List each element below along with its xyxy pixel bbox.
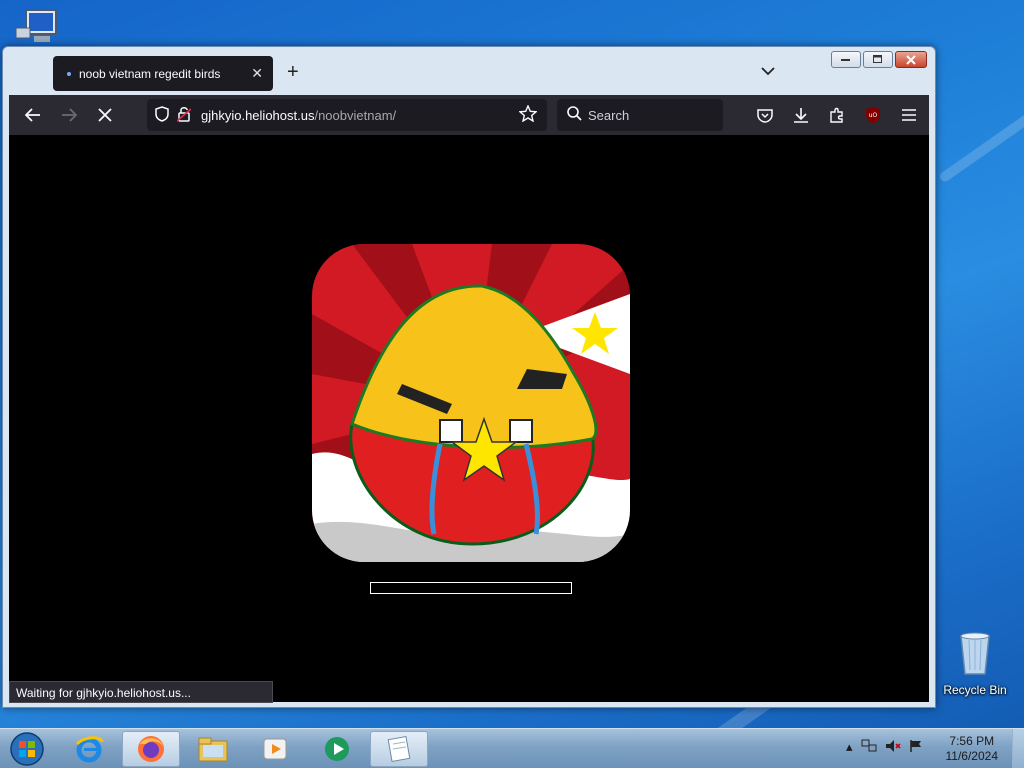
show-desktop-button[interactable]: [1012, 729, 1024, 768]
taskbar-media-center[interactable]: [308, 731, 366, 767]
folder-icon: [198, 737, 228, 762]
stop-icon: [98, 108, 112, 122]
taskbar-firefox[interactable]: [122, 731, 180, 767]
hamburger-menu-icon: [902, 109, 916, 121]
back-arrow-icon: [25, 108, 40, 122]
tab-close-icon[interactable]: ✕: [251, 65, 263, 82]
media-center-icon: [325, 737, 349, 761]
wallpaper-streak: [937, 106, 1024, 184]
system-tray: ▴: [846, 739, 923, 756]
download-icon: [794, 108, 808, 123]
tab-active[interactable]: noob vietnam regedit birds ✕: [53, 56, 273, 91]
puzzle-icon: [830, 107, 843, 123]
nav-toolbar: gjhkyio.heliohost.us/noobvietnam/ Search…: [9, 95, 929, 135]
stop-button[interactable]: [87, 99, 123, 131]
taskbar-file-explorer[interactable]: [184, 731, 242, 767]
status-panel: Waiting for gjhkyio.heliohost.us...: [9, 681, 273, 703]
new-tab-button[interactable]: +: [287, 61, 299, 84]
back-button[interactable]: [15, 99, 51, 131]
notepad-icon: [387, 736, 411, 762]
recycle-bin-label: Recycle Bin: [943, 683, 1007, 697]
forward-arrow-icon: [62, 108, 77, 122]
network-icon[interactable]: [861, 739, 877, 756]
insecure-lock-icon[interactable]: [176, 106, 192, 125]
tab-strip: noob vietnam regedit birds ✕ +: [9, 47, 935, 95]
pocket-button[interactable]: [747, 99, 783, 131]
tracking-shield-icon[interactable]: [155, 105, 169, 125]
computer-icon: [15, 9, 57, 42]
taskbar-internet-explorer[interactable]: [60, 731, 118, 767]
taskbar-clock[interactable]: 7:56 PM 11/6/2024: [946, 734, 999, 764]
chevron-down-icon: [761, 67, 775, 76]
extensions-button[interactable]: [819, 99, 855, 131]
svg-text:uO: uO: [869, 112, 878, 119]
taskbar-media-player[interactable]: [246, 731, 304, 767]
ublock-origin-icon: uO: [866, 107, 880, 123]
tab-title: noob vietnam regedit birds: [79, 66, 221, 81]
recycle-bin-icon: [960, 632, 990, 675]
taskbar-notepad[interactable]: [370, 731, 428, 767]
show-hidden-icons-chevron-icon[interactable]: ▴: [846, 739, 853, 756]
recycle-bin-desktop-icon[interactable]: Recycle Bin: [940, 630, 1010, 697]
browser-window: noob vietnam regedit birds ✕ + gjhkyio.h…: [2, 46, 936, 708]
taskbar: ▴ 7:56 PM 11/6/2024: [0, 728, 1024, 768]
media-player-icon: [263, 738, 287, 760]
computer-desktop-icon[interactable]: [2, 6, 72, 49]
volume-muted-icon[interactable]: [885, 739, 901, 756]
url-bar[interactable]: gjhkyio.heliohost.us/noobvietnam/: [147, 99, 547, 131]
windows-orb-icon: [10, 732, 44, 766]
list-all-tabs-button[interactable]: [761, 63, 775, 79]
ublock-button[interactable]: uO: [855, 99, 891, 131]
downloads-button[interactable]: [783, 99, 819, 131]
pocket-icon: [757, 108, 773, 123]
url-path: /noobvietnam/: [314, 107, 397, 123]
forward-button[interactable]: [51, 99, 87, 131]
action-center-flag-icon[interactable]: [909, 739, 923, 756]
start-button[interactable]: [4, 731, 50, 767]
angry-bird-image: [312, 244, 630, 562]
clock-time: 7:56 PM: [949, 734, 995, 748]
search-icon: [567, 106, 582, 124]
bookmark-star-icon[interactable]: [518, 104, 538, 125]
clock-date: 11/6/2024: [945, 749, 999, 763]
internet-explorer-icon: [75, 736, 104, 763]
toolbar-actions: uO: [747, 99, 927, 131]
search-placeholder: Search: [588, 107, 630, 123]
tab-loading-dot: [67, 71, 71, 76]
loading-progress-bar: [370, 582, 572, 594]
url-host: gjhkyio.heliohost.us: [201, 107, 315, 123]
page-content: [9, 135, 929, 702]
firefox-icon: [138, 736, 164, 762]
app-menu-button[interactable]: [891, 99, 927, 131]
search-bar[interactable]: Search: [557, 99, 723, 131]
